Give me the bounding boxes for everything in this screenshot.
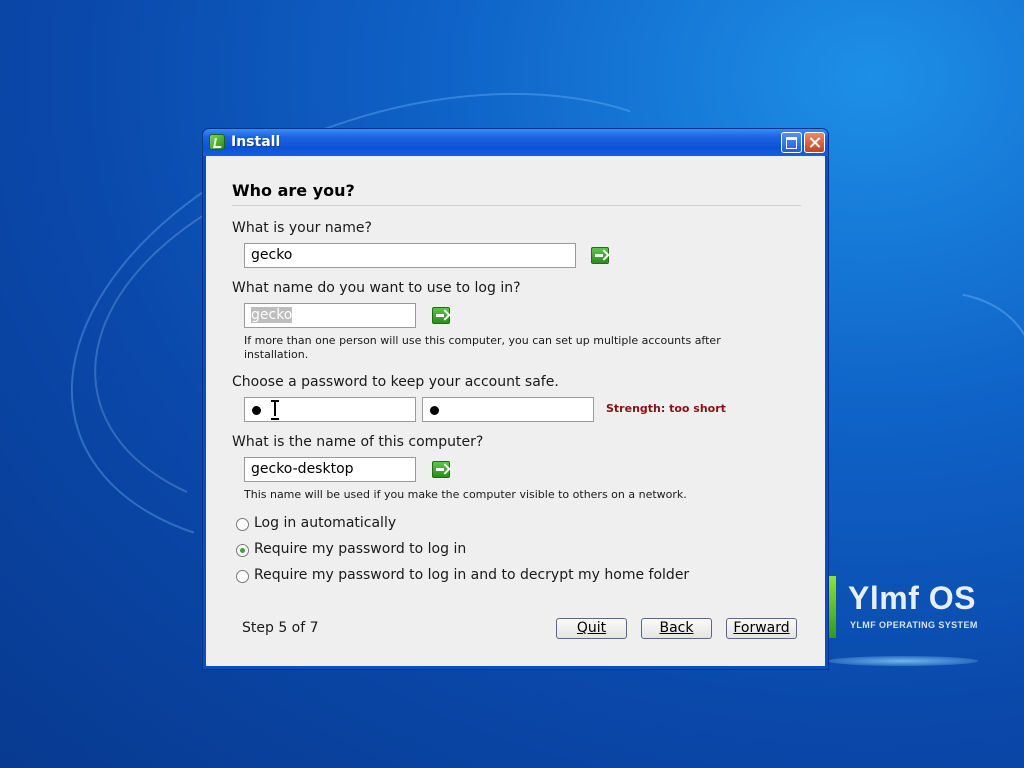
password-strength: Strength: too short bbox=[606, 402, 726, 415]
heading-separator bbox=[232, 205, 801, 206]
name-input[interactable]: gecko bbox=[244, 243, 576, 268]
computer-hint: This name will be used if you make the c… bbox=[244, 488, 687, 501]
maximize-icon[interactable] bbox=[781, 132, 802, 153]
text-cursor-icon bbox=[271, 400, 279, 420]
page-heading: Who are you? bbox=[232, 181, 355, 200]
back-button[interactable]: Back bbox=[641, 618, 712, 639]
auto-login-label[interactable]: Log in automatically bbox=[254, 515, 396, 531]
forward-label: Forward bbox=[733, 620, 790, 636]
quit-button[interactable]: Quit bbox=[556, 618, 627, 639]
radio-require-password[interactable] bbox=[236, 544, 249, 557]
window-title: Install bbox=[231, 134, 281, 150]
password-input[interactable] bbox=[244, 397, 416, 422]
logo-title: Ylmf OS bbox=[848, 580, 976, 616]
dialog-body: Who are you? What is your name? gecko Wh… bbox=[206, 156, 825, 666]
green-arrow-icon[interactable] bbox=[432, 461, 450, 478]
require-password-label[interactable]: Require my password to log in bbox=[254, 541, 466, 557]
logo-subtitle: YLMF OPERATING SYSTEM bbox=[850, 620, 978, 630]
green-arrow-icon[interactable] bbox=[591, 247, 609, 264]
computer-name-input[interactable]: gecko-desktop bbox=[244, 457, 416, 482]
encrypt-home-label[interactable]: Require my password to log in and to dec… bbox=[254, 567, 689, 583]
password-label: Choose a password to keep your account s… bbox=[232, 374, 559, 390]
step-indicator: Step 5 of 7 bbox=[242, 620, 319, 636]
name-label: What is your name? bbox=[232, 220, 372, 236]
logo-glow bbox=[828, 656, 978, 666]
radio-auto-login[interactable] bbox=[236, 518, 249, 531]
close-icon[interactable] bbox=[804, 132, 825, 153]
computer-label: What is the name of this computer? bbox=[232, 434, 484, 450]
login-hint: If more than one person will use this co… bbox=[244, 334, 721, 361]
radio-encrypt-home[interactable] bbox=[236, 570, 249, 583]
password-dot bbox=[430, 406, 439, 415]
install-window: Install Who are you? What is your name? … bbox=[202, 128, 829, 670]
password-confirm-input[interactable] bbox=[422, 397, 594, 422]
login-label: What name do you want to use to log in? bbox=[232, 280, 521, 296]
login-value: gecko bbox=[251, 307, 293, 323]
green-arrow-icon[interactable] bbox=[432, 307, 450, 324]
ylmf-logo: Ylmf OS YLMF OPERATING SYSTEM bbox=[828, 576, 998, 671]
password-dot bbox=[252, 406, 261, 415]
title-bar[interactable]: Install bbox=[203, 129, 828, 156]
back-label: Back bbox=[659, 620, 694, 636]
login-input[interactable]: gecko bbox=[244, 303, 416, 328]
logo-bar bbox=[828, 576, 836, 638]
quit-label: Quit bbox=[576, 620, 607, 636]
installer-icon bbox=[209, 134, 225, 150]
forward-button[interactable]: Forward bbox=[726, 618, 797, 639]
